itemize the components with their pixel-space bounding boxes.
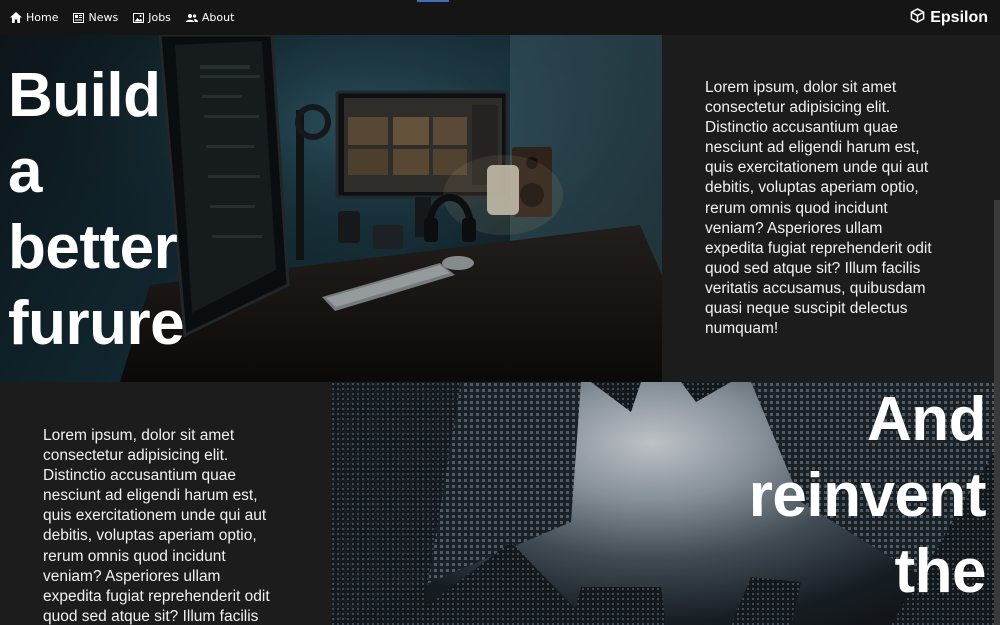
nav-label: Home <box>26 11 59 24</box>
image-icon <box>133 12 145 23</box>
headline-line: a <box>8 137 42 206</box>
hero-headline: Build a better furure <box>8 58 185 362</box>
nav-item-home[interactable]: Home <box>10 11 58 24</box>
headline-line: the <box>894 537 987 606</box>
text-line: Distinctio accusantium quae <box>705 119 898 137</box>
text-line: expedita fugiat reprehenderit odit <box>43 587 270 605</box>
nav-label: News <box>88 11 119 24</box>
brand-logo[interactable]: Epsilon <box>910 0 988 35</box>
text-line: quod sed atque sit? Illum facilis <box>705 259 921 277</box>
text-line: quasi neque suscipit delectus <box>705 300 908 318</box>
headline-line: Build <box>8 61 161 130</box>
text-line: debitis, voluptas aperiam optio, <box>43 527 257 545</box>
text-line: debitis, voluptas aperiam optio, <box>705 179 919 197</box>
text-line: quis exercitationem unde qui aut <box>705 159 929 177</box>
nav-item-news[interactable]: News <box>73 11 118 24</box>
nav-active-indicator <box>417 0 449 2</box>
newspaper-icon <box>73 12 85 23</box>
nav-item-about[interactable]: About <box>185 11 235 24</box>
text-line: quod sed atque sit? Illum facilis <box>43 607 259 625</box>
text-line: nesciunt ad eligendi harum est, <box>705 139 920 157</box>
nav-label: Jobs <box>148 11 171 24</box>
text-line: Lorem ipsum, dolor sit amet <box>705 79 897 96</box>
text-line: Lorem ipsum, dolor sit amet <box>43 427 235 444</box>
text-line: quis exercitationem unde qui aut <box>43 507 267 525</box>
text-line: rerum omnis quod incidunt <box>43 547 226 565</box>
text-line: Distinctio accusantium quae <box>43 467 236 485</box>
nav-label: About <box>201 11 235 24</box>
headline-line: better <box>8 213 178 282</box>
top-navbar: Home News Jobs About Epsilon <box>0 0 1000 35</box>
page-scrollbar[interactable] <box>994 200 1000 625</box>
second-headline: And reinvent the <box>748 382 987 610</box>
cube-icon <box>910 7 925 28</box>
headline-line: furure <box>8 289 185 358</box>
text-line: veritatis accusamus, quibusdam <box>705 279 926 297</box>
intro-paragraph: Lorem ipsum, dolor sit amet consectetur … <box>705 78 967 339</box>
text-line: rerum omnis quod incidunt <box>705 199 888 217</box>
home-icon <box>10 12 22 23</box>
text-line: numquam! <box>705 320 779 338</box>
second-paragraph: Lorem ipsum, dolor sit amet consectetur … <box>43 426 305 625</box>
text-line: consectetur adipisicing elit. <box>705 99 891 117</box>
text-line: expedita fugiat reprehenderit odit <box>705 239 932 257</box>
text-line: consectetur adipisicing elit. <box>43 447 229 465</box>
users-icon <box>185 13 198 23</box>
brand-name: Epsilon <box>930 8 988 26</box>
nav-item-jobs[interactable]: Jobs <box>133 11 171 24</box>
text-line: veniam? Asperiores ullam <box>43 567 221 585</box>
text-line: nesciunt ad eligendi harum est, <box>43 487 258 505</box>
text-line: veniam? Asperiores ullam <box>705 219 883 237</box>
headline-line: reinvent <box>748 461 987 530</box>
headline-line: And <box>866 385 987 454</box>
